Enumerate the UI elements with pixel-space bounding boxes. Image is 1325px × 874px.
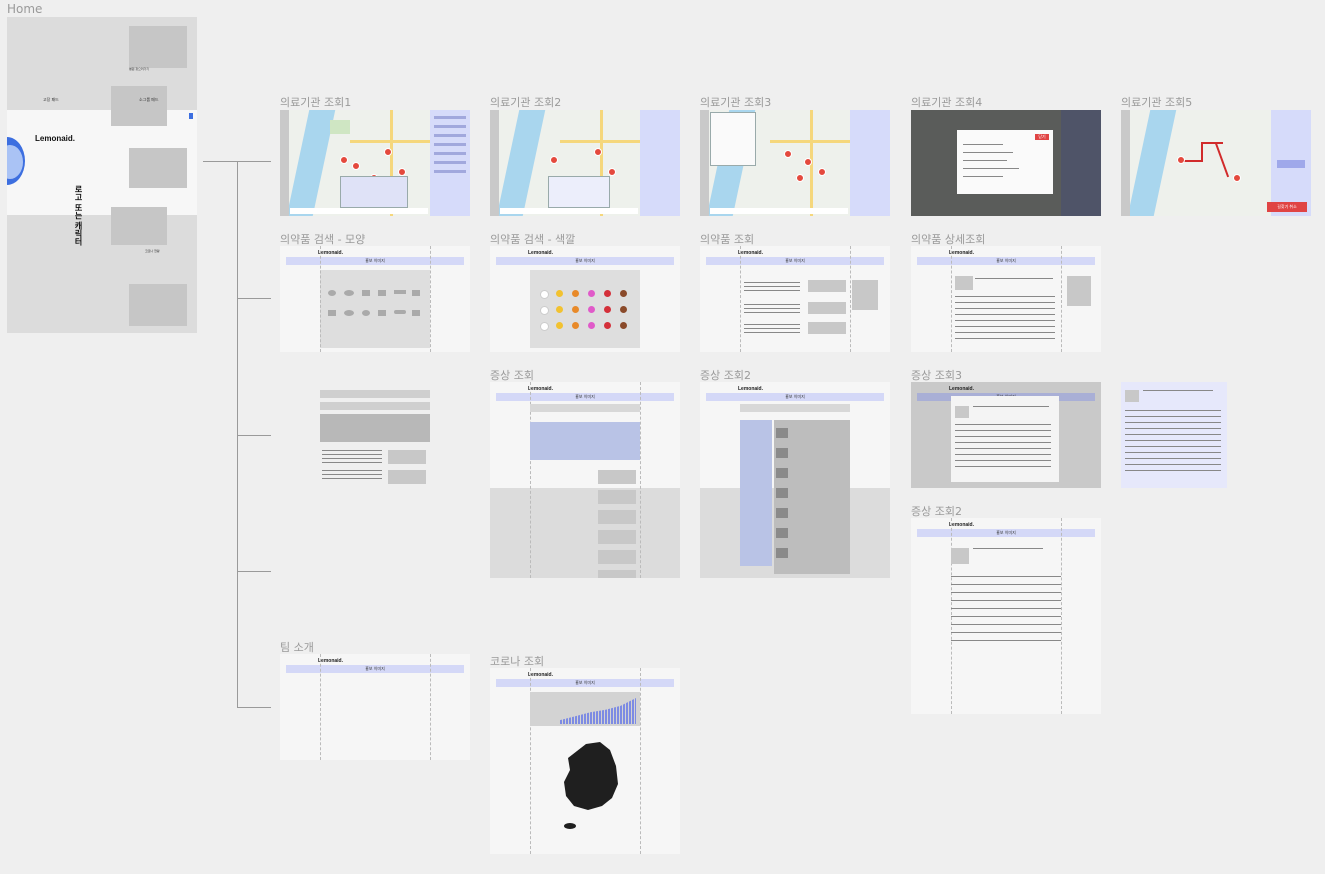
- home-label-2: 병원 찾으러가기: [129, 67, 150, 71]
- wire-logo: Lemonaid.: [738, 250, 764, 256]
- frame-label: 의약품 상세조회: [911, 233, 986, 246]
- frame-label: 의료기관 조회5: [1121, 96, 1193, 109]
- wire-banner: 홍보 이미지: [496, 257, 674, 265]
- symptom-frame-2[interactable]: Lemonaid. 홍보 이미지: [700, 382, 890, 578]
- symptom-modal[interactable]: [951, 396, 1059, 482]
- wire-logo: Lemonaid.: [528, 250, 554, 256]
- frame-label: 의료기관 조회2: [490, 96, 562, 109]
- home-card-5[interactable]: [129, 284, 187, 326]
- home-label-1: 소그룹 패드: [139, 97, 159, 102]
- connector: [237, 571, 271, 572]
- cancel-route-button[interactable]: 길찾기 취소: [1267, 202, 1307, 212]
- connector: [237, 298, 271, 299]
- covid-chart: [530, 692, 640, 726]
- drug-list-frame[interactable]: Lemonaid. 홍보 이미지: [700, 246, 890, 352]
- wire-banner: 홍보 이미지: [917, 529, 1095, 537]
- map-frame-3[interactable]: [700, 110, 890, 216]
- wire-logo: Lemonaid.: [949, 522, 975, 528]
- frame-label: 의약품 검색 - 색깔: [490, 233, 576, 246]
- home-label-5: 코로나 현황: [145, 249, 160, 253]
- covid-frame[interactable]: Lemonaid. 홍보 이미지: [490, 668, 680, 854]
- wire-banner: 홍보 이미지: [706, 257, 884, 265]
- wire-logo: Lemonaid.: [318, 658, 344, 664]
- home-card-2[interactable]: [111, 86, 167, 126]
- frame-label: 증상 조회3: [911, 369, 962, 382]
- team-frame[interactable]: Lemonaid. 홍보 이미지: [280, 654, 470, 760]
- frame-label: 증상 조회2: [700, 369, 751, 382]
- wire-logo: Lemonaid.: [949, 386, 975, 392]
- map-frame-5[interactable]: 길찾기 취소: [1121, 110, 1311, 216]
- frame-label: 코로나 조회: [490, 655, 545, 668]
- frame-label: 증상 조회2: [911, 505, 962, 518]
- frame-label: 의약품 조회: [700, 233, 755, 246]
- wire-banner: 홍보 이미지: [286, 257, 464, 265]
- home-frame[interactable]: Lemonaid. 로고 또는 캐릭터 고장 패드 소그룹 패드 병원 찾으러가…: [7, 17, 197, 333]
- symptom-detail-tile[interactable]: [1121, 382, 1227, 488]
- wire-logo: Lemonaid.: [949, 250, 975, 256]
- frame-label: 팀 소개: [280, 641, 314, 654]
- modal-dialog[interactable]: 닫기: [957, 130, 1053, 194]
- home-label-0: 고장 패드: [43, 97, 59, 102]
- wire-banner: 홍보 이미지: [706, 393, 884, 401]
- home-tagline: 로고 또는 캐릭터: [74, 185, 83, 246]
- korea-map: [564, 742, 618, 829]
- home-card-3[interactable]: [129, 148, 187, 188]
- home-tab-marker: [189, 113, 193, 119]
- wire-banner: 홍보 이미지: [496, 393, 674, 401]
- connector-trunk: [237, 161, 238, 707]
- wire-logo: Lemonaid.: [318, 250, 344, 256]
- map-frame-4[interactable]: 닫기: [911, 110, 1101, 216]
- close-button[interactable]: 닫기: [1035, 134, 1049, 140]
- frame-label: 의료기관 조회3: [700, 96, 772, 109]
- home-card-4[interactable]: [111, 207, 167, 245]
- frame-label: 의료기관 조회4: [911, 96, 983, 109]
- drug-detail-frame[interactable]: Lemonaid. 홍보 이미지: [911, 246, 1101, 352]
- home-card-1[interactable]: [129, 26, 187, 68]
- wire-banner: 홍보 이미지: [917, 257, 1095, 265]
- frame-label: 의료기관 조회1: [280, 96, 352, 109]
- frame-label: 의약품 검색 - 모양: [280, 233, 366, 246]
- wire-logo: Lemonaid.: [738, 386, 764, 392]
- connector: [237, 707, 271, 708]
- wire-banner: 홍보 이미지: [286, 665, 464, 673]
- home-logo: Lemonaid.: [35, 134, 76, 143]
- map-frame-1[interactable]: [280, 110, 470, 216]
- map-frame-2[interactable]: [490, 110, 680, 216]
- symptom-frame-1[interactable]: Lemonaid. 홍보 이미지: [490, 382, 680, 578]
- symptom-frame-3[interactable]: Lemonaid. 홍보 이미지: [911, 382, 1101, 488]
- symptom-tile-frame[interactable]: [280, 382, 470, 488]
- drug-color-frame[interactable]: Lemonaid. 홍보 이미지: [490, 246, 680, 352]
- page-title: Home: [7, 2, 43, 16]
- wire-logo: Lemonaid.: [528, 672, 554, 678]
- wire-logo: Lemonaid.: [528, 386, 554, 392]
- wire-banner: 홍보 이미지: [496, 679, 674, 687]
- connector: [237, 435, 271, 436]
- drug-shape-frame[interactable]: Lemonaid. 홍보 이미지: [280, 246, 470, 352]
- symptom-frame-2b[interactable]: Lemonaid. 홍보 이미지: [911, 518, 1101, 714]
- frame-label: 증상 조회: [490, 369, 534, 382]
